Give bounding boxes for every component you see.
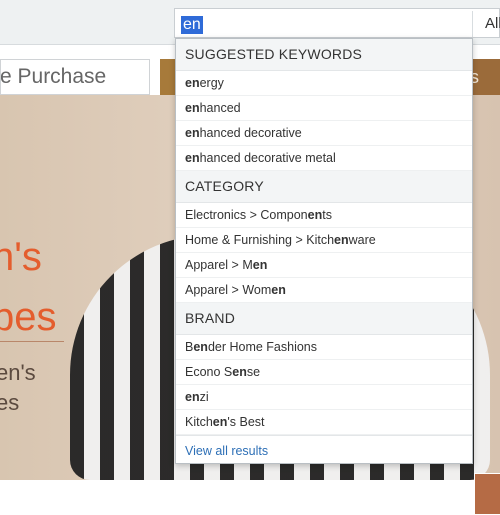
suggestion-text-pre: Home & Furnishing > Kitch [185,233,335,247]
search-box[interactable]: en All [174,8,500,38]
suggestion-category-1[interactable]: Electronics > Components [176,203,472,228]
suggestion-text-post: se [246,365,261,379]
suggestion-text-match: en [185,101,200,115]
suggestion-text-post: ts [322,208,332,222]
promo-right-banner[interactable]: s ov [470,59,500,95]
search-separator [472,11,473,37]
suggestion-text-match: en [334,233,349,247]
section-header-suggested-keywords: SUGGESTED KEYWORDS [176,39,472,71]
suggestion-text-match: en [193,340,208,354]
suggestion-text-post: ergy [199,76,224,90]
suggestion-text-post: der Home Fashions [207,340,318,354]
suggestion-category-2[interactable]: Home & Furnishing > Kitchenware [176,228,472,253]
suggestion-keyword-3[interactable]: enhanced decorative [176,121,472,146]
suggestion-text-match: en [307,208,323,222]
suggestion-text-pre: Electronics > Compon [185,208,308,222]
suggestion-category-3[interactable]: Apparel > Men [176,253,472,278]
section-header-category: CATEGORY [176,171,472,203]
view-all-results-link[interactable]: View all results [176,435,472,463]
suggestion-text-post: hanced [199,101,241,115]
suggestion-text-match: en [212,415,228,429]
hero-divider [0,341,64,342]
suggestion-keyword-1[interactable]: energy [176,71,472,96]
suggestion-text-match: en [271,283,286,297]
search-suggestions-dropdown: SUGGESTED KEYWORDS energy enhanced enhan… [175,38,473,464]
suggestion-text-match: en [185,126,200,140]
hero-subtitle-line-1: en's [0,360,36,385]
suggestion-text-match: en [252,258,268,272]
hero-title-line-1: n's [0,235,42,279]
suggestion-text-pre: Apparel > Wom [185,283,272,297]
suggestion-brand-2[interactable]: Econo Sense [176,360,472,385]
suggestion-text-post: ware [348,233,376,247]
suggestion-text-pre: Econo S [185,365,233,379]
suggestion-text-post: zi [199,390,209,404]
suggestion-brand-1[interactable]: Bender Home Fashions [176,335,472,360]
suggestion-keyword-2[interactable]: enhanced [176,96,472,121]
suggestion-text-match: en [232,365,247,379]
purchase-banner[interactable]: re Purchase [0,59,150,95]
avatar-thumbnail[interactable] [474,473,500,515]
suggestion-text-post: 's Best [227,415,265,429]
suggestion-brand-3[interactable]: enzi [176,385,472,410]
hero-title-line-2: pes [0,295,57,339]
suggestion-brand-4[interactable]: Kitchen's Best [176,410,472,435]
suggestion-text-pre: Kitch [185,415,213,429]
suggestion-text-post: hanced decorative [199,126,302,140]
suggestion-keyword-4[interactable]: enhanced decorative metal [176,146,472,171]
purchase-banner-text: re Purchase [0,65,107,88]
suggestion-text-match: en [185,390,200,404]
suggestion-category-4[interactable]: Apparel > Women [176,278,472,303]
search-input-selected-text[interactable]: en [181,16,203,34]
suggestion-text-post: hanced decorative metal [199,151,336,165]
hero-subtitle-line-2: es [0,390,20,415]
suggestion-text-pre: Apparel > M [185,258,253,272]
suggestion-text-match: en [185,151,200,165]
search-scope-dropdown[interactable]: All [485,15,500,32]
section-header-brand: BRAND [176,303,472,335]
suggestion-text-match: en [185,76,200,90]
